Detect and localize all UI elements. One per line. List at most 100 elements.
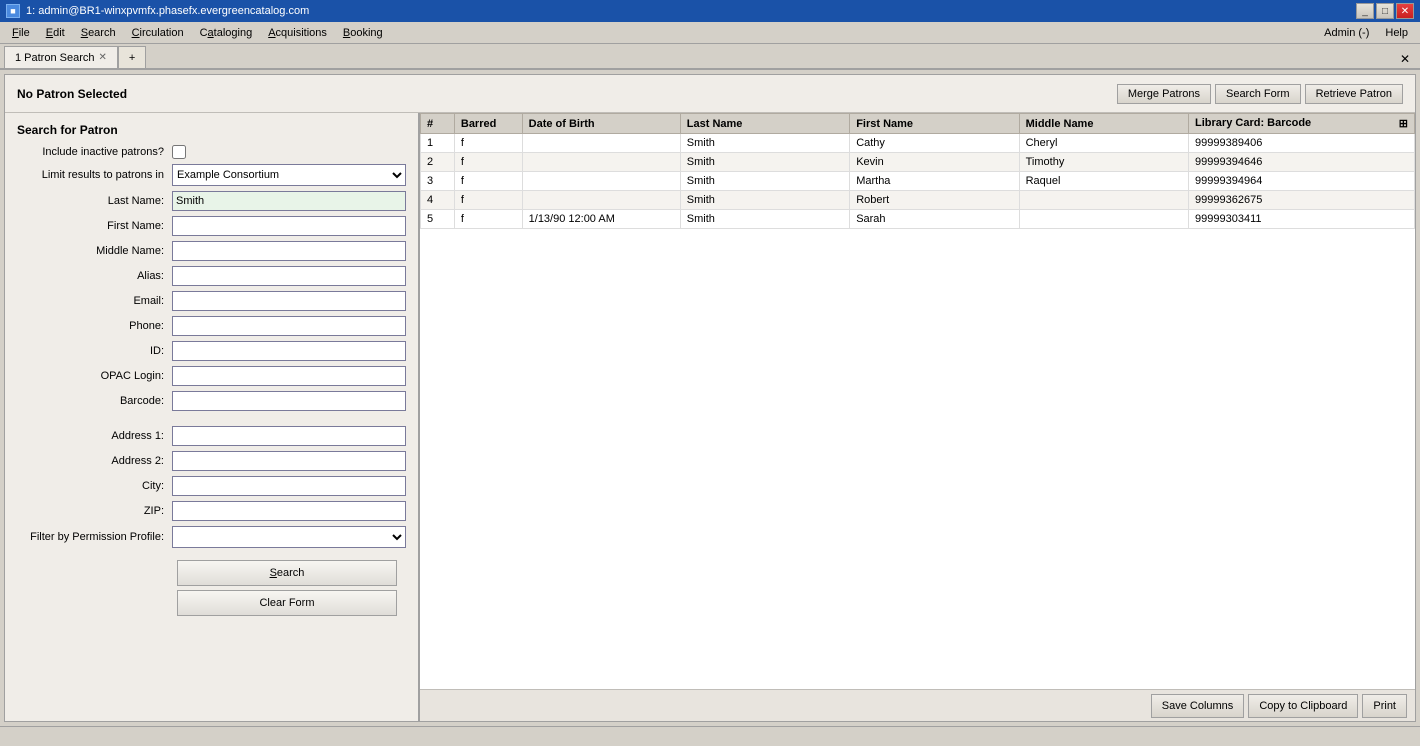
form-row-firstname: First Name: — [17, 216, 406, 236]
menu-search[interactable]: Search — [73, 22, 124, 44]
zip-input[interactable] — [172, 501, 406, 521]
form-buttons: Search Clear Form — [17, 560, 406, 616]
menu-cataloging[interactable]: Cataloging — [192, 22, 261, 44]
menu-booking[interactable]: Booking — [335, 22, 391, 44]
cell-last: Smith — [680, 210, 849, 229]
retrieve-patron-button[interactable]: Retrieve Patron — [1305, 84, 1403, 104]
first-name-input[interactable] — [172, 216, 406, 236]
col-header-first[interactable]: First Name — [850, 114, 1019, 134]
print-button[interactable]: Print — [1362, 694, 1407, 718]
cell-barcode: 99999389406 — [1189, 134, 1415, 153]
form-row-inactive: Include inactive patrons? — [17, 145, 406, 159]
form-row-barcode: Barcode: — [17, 391, 406, 411]
minimize-button[interactable]: _ — [1356, 3, 1374, 19]
cell-last: Smith — [680, 134, 849, 153]
permission-profile-select[interactable] — [172, 526, 406, 548]
table-row[interactable]: 5 f 1/13/90 12:00 AM Smith Sarah 9999930… — [421, 210, 1415, 229]
content-split: Search for Patron Include inactive patro… — [5, 113, 1415, 721]
cell-barcode: 99999362675 — [1189, 191, 1415, 210]
merge-patrons-button[interactable]: Merge Patrons — [1117, 84, 1211, 104]
form-row-address1: Address 1: — [17, 426, 406, 446]
col-header-libcard[interactable]: Library Card: Barcode ⊞ — [1189, 114, 1415, 134]
label-city: City: — [17, 480, 172, 492]
id-input[interactable] — [172, 341, 406, 361]
address1-input[interactable] — [172, 426, 406, 446]
close-button[interactable]: ✕ — [1396, 3, 1414, 19]
city-input[interactable] — [172, 476, 406, 496]
menu-help[interactable]: Help — [1377, 22, 1416, 44]
menu-file[interactable]: File — [4, 22, 38, 44]
cell-middle: Cheryl — [1019, 134, 1188, 153]
form-row-phone: Phone: — [17, 316, 406, 336]
table-header-row: # Barred Date of Birth Last Name First N… — [421, 114, 1415, 134]
cell-dob: 1/13/90 12:00 AM — [522, 210, 680, 229]
cell-barred: f — [454, 172, 522, 191]
save-columns-button[interactable]: Save Columns — [1151, 694, 1245, 718]
opac-login-input[interactable] — [172, 366, 406, 386]
label-inactive: Include inactive patrons? — [17, 146, 172, 158]
clear-form-button[interactable]: Clear Form — [177, 590, 397, 616]
form-row-opac: OPAC Login: — [17, 366, 406, 386]
window-tab-close[interactable]: ✕ — [1394, 50, 1416, 68]
menu-acquisitions[interactable]: Acquisitions — [260, 22, 335, 44]
tab-new[interactable]: + — [118, 46, 146, 68]
label-alias: Alias: — [17, 270, 172, 282]
cell-num: 2 — [421, 153, 455, 172]
header-row: No Patron Selected Merge Patrons Search … — [5, 75, 1415, 113]
table-row[interactable]: 1 f Smith Cathy Cheryl 99999389406 — [421, 134, 1415, 153]
barcode-input[interactable] — [172, 391, 406, 411]
title-bar: ■ 1: admin@BR1-winxpvmfx.phasefx.evergre… — [0, 0, 1420, 22]
label-barcode: Barcode: — [17, 395, 172, 407]
last-name-input[interactable] — [172, 191, 406, 211]
cell-barcode: 99999394964 — [1189, 172, 1415, 191]
cell-num: 4 — [421, 191, 455, 210]
header-buttons: Merge Patrons Search Form Retrieve Patro… — [1117, 84, 1403, 104]
results-table: # Barred Date of Birth Last Name First N… — [420, 113, 1415, 229]
tab-close-icon[interactable]: ✕ — [99, 52, 107, 63]
cell-barred: f — [454, 153, 522, 172]
cell-num: 5 — [421, 210, 455, 229]
form-row-id: ID: — [17, 341, 406, 361]
phone-input[interactable] — [172, 316, 406, 336]
limit-results-select[interactable]: Example Consortium — [172, 164, 406, 186]
cell-middle — [1019, 210, 1188, 229]
table-wrapper[interactable]: # Barred Date of Birth Last Name First N… — [420, 113, 1415, 689]
label-zip: ZIP: — [17, 505, 172, 517]
col-header-middle[interactable]: Middle Name — [1019, 114, 1188, 134]
search-form-button[interactable]: Search Form — [1215, 84, 1301, 104]
cell-first: Robert — [850, 191, 1019, 210]
search-section-title: Search for Patron — [17, 123, 406, 137]
alias-input[interactable] — [172, 266, 406, 286]
col-header-num[interactable]: # — [421, 114, 455, 134]
cell-last: Smith — [680, 172, 849, 191]
cell-dob — [522, 191, 680, 210]
tab-patron-search[interactable]: 1 Patron Search ✕ — [4, 46, 118, 68]
include-inactive-checkbox[interactable] — [172, 145, 186, 159]
menu-edit[interactable]: Edit — [38, 22, 73, 44]
menu-circulation[interactable]: Circulation — [124, 22, 192, 44]
table-row[interactable]: 4 f Smith Robert 99999362675 — [421, 191, 1415, 210]
form-row-address2: Address 2: — [17, 451, 406, 471]
email-input[interactable] — [172, 291, 406, 311]
col-header-last[interactable]: Last Name — [680, 114, 849, 134]
search-button[interactable]: Search — [177, 560, 397, 586]
copy-clipboard-button[interactable]: Copy to Clipboard — [1248, 694, 1358, 718]
col-header-barred[interactable]: Barred — [454, 114, 522, 134]
cell-dob — [522, 172, 680, 191]
maximize-button[interactable]: □ — [1376, 3, 1394, 19]
cell-num: 3 — [421, 172, 455, 191]
table-row[interactable]: 2 f Smith Kevin Timothy 99999394646 — [421, 153, 1415, 172]
label-middlename: Middle Name: — [17, 245, 172, 257]
window-controls[interactable]: _ □ ✕ — [1356, 3, 1414, 19]
form-row-zip: ZIP: — [17, 501, 406, 521]
label-opac: OPAC Login: — [17, 370, 172, 382]
left-panel: Search for Patron Include inactive patro… — [5, 113, 420, 721]
col-header-dob[interactable]: Date of Birth — [522, 114, 680, 134]
middle-name-input[interactable] — [172, 241, 406, 261]
menu-admin[interactable]: Admin (-) — [1316, 22, 1377, 44]
col-resize-icon: ⊞ — [1399, 117, 1408, 130]
address2-input[interactable] — [172, 451, 406, 471]
tab-label: 1 Patron Search — [15, 52, 95, 64]
right-panel: # Barred Date of Birth Last Name First N… — [420, 113, 1415, 721]
table-row[interactable]: 3 f Smith Martha Raquel 99999394964 — [421, 172, 1415, 191]
